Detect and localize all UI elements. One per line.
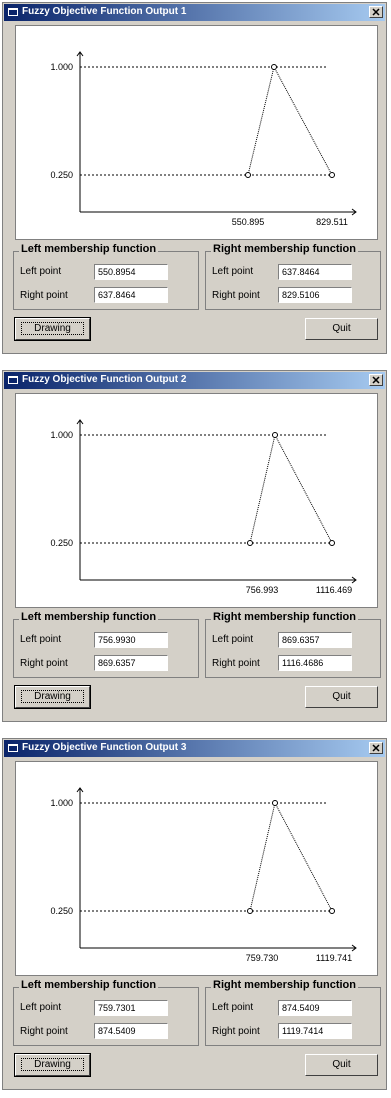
point-peak <box>271 64 277 70</box>
app-window-icon <box>8 744 18 752</box>
window-title: Fuzzy Objective Function Output 1 <box>22 6 187 17</box>
right-point-label: Right point <box>20 290 68 301</box>
right-membership-group: Right membership function Left point 637… <box>205 243 381 310</box>
left-point-field[interactable]: 874.5409 <box>278 1000 352 1016</box>
y-label-high: 1.000 <box>50 430 73 440</box>
right-point-field[interactable]: 869.6357 <box>94 655 168 671</box>
right-membership-line <box>273 66 333 176</box>
left-membership-line <box>247 66 275 176</box>
left-point-field[interactable]: 637.8464 <box>278 264 352 280</box>
point-left <box>247 908 253 914</box>
right-point-field[interactable]: 874.5409 <box>94 1023 168 1039</box>
x-label-left: 550.895 <box>232 217 265 227</box>
plot-svg: 1.000 0.250 550.895 829.511 <box>50 51 357 227</box>
drawing-button-label: Drawing <box>21 1058 84 1071</box>
left-point-field[interactable]: 869.6357 <box>278 632 352 648</box>
membership-plot: 1.000 0.250 756.993 1116.469 <box>15 393 378 608</box>
close-icon <box>372 376 380 384</box>
y-label-high: 1.000 <box>50 62 73 72</box>
close-button[interactable] <box>369 742 383 754</box>
window-fuzzy-output-1: Fuzzy Objective Function Output 1 1.000 … <box>2 2 387 354</box>
left-point-label: Left point <box>212 634 254 645</box>
group-title: Right membership function <box>211 243 358 255</box>
drawing-button-label: Drawing <box>21 322 84 335</box>
right-point-label: Right point <box>212 658 260 669</box>
right-point-label: Right point <box>212 290 260 301</box>
title-bar[interactable]: Fuzzy Objective Function Output 1 <box>4 4 385 21</box>
membership-plot: 1.000 0.250 759.730 1119.741 <box>15 761 378 976</box>
point-right <box>329 908 335 914</box>
membership-plot: 1.000 0.250 550.895 829.511 <box>15 25 378 240</box>
point-left <box>245 172 251 178</box>
app-window-icon <box>8 8 18 16</box>
group-title: Left membership function <box>19 611 159 623</box>
right-membership-group: Right membership function Left point 869… <box>205 611 381 678</box>
x-label-right: 1116.469 <box>316 585 352 595</box>
y-label-low: 0.250 <box>50 170 73 180</box>
window-title: Fuzzy Objective Function Output 2 <box>22 374 187 385</box>
right-point-field[interactable]: 829.5106 <box>278 287 352 303</box>
point-left <box>247 540 253 546</box>
left-membership-group: Left membership function Left point 550.… <box>13 243 199 310</box>
point-right <box>329 540 335 546</box>
left-point-field[interactable]: 550.8954 <box>94 264 168 280</box>
right-point-label: Right point <box>20 1026 68 1037</box>
quit-button[interactable]: Quit <box>305 318 378 340</box>
x-label-right: 1119.741 <box>316 953 352 963</box>
left-membership-line <box>249 802 276 912</box>
title-bar[interactable]: Fuzzy Objective Function Output 3 <box>4 740 385 757</box>
x-label-left: 759.730 <box>246 953 279 963</box>
window-fuzzy-output-3: Fuzzy Objective Function Output 3 1.000 … <box>2 738 387 1090</box>
y-label-low: 0.250 <box>50 538 73 548</box>
app-window-icon <box>8 376 18 384</box>
left-membership-group: Left membership function Left point 759.… <box>13 979 199 1046</box>
left-point-label: Left point <box>212 266 254 277</box>
x-label-right: 829.511 <box>316 217 348 227</box>
close-icon <box>372 8 380 16</box>
left-point-field[interactable]: 756.9930 <box>94 632 168 648</box>
point-peak <box>272 432 278 438</box>
drawing-button[interactable]: Drawing <box>14 1053 91 1077</box>
right-membership-group: Right membership function Left point 874… <box>205 979 381 1046</box>
quit-button[interactable]: Quit <box>305 686 378 708</box>
right-membership-line <box>274 802 333 912</box>
left-point-field[interactable]: 759.7301 <box>94 1000 168 1016</box>
window-fuzzy-output-2: Fuzzy Objective Function Output 2 1.000 … <box>2 370 387 722</box>
right-point-field[interactable]: 1116.4686 <box>278 655 352 671</box>
group-title: Right membership function <box>211 611 358 623</box>
close-icon <box>372 744 380 752</box>
plot-svg: 1.000 0.250 756.993 1116.469 <box>50 419 357 595</box>
drawing-button[interactable]: Drawing <box>14 317 91 341</box>
right-membership-line <box>274 434 333 544</box>
y-label-high: 1.000 <box>50 798 73 808</box>
window-title: Fuzzy Objective Function Output 3 <box>22 742 187 753</box>
drawing-button-label: Drawing <box>21 690 84 703</box>
title-bar[interactable]: Fuzzy Objective Function Output 2 <box>4 372 385 389</box>
left-membership-line <box>249 434 276 544</box>
left-membership-group: Left membership function Left point 756.… <box>13 611 199 678</box>
point-peak <box>272 800 278 806</box>
right-point-label: Right point <box>20 658 68 669</box>
group-title: Left membership function <box>19 979 159 991</box>
left-point-label: Left point <box>20 634 62 645</box>
x-label-left: 756.993 <box>246 585 279 595</box>
plot-svg: 1.000 0.250 759.730 1119.741 <box>50 787 357 963</box>
group-title: Right membership function <box>211 979 358 991</box>
y-label-low: 0.250 <box>50 906 73 916</box>
group-title: Left membership function <box>19 243 159 255</box>
left-point-label: Left point <box>20 1002 62 1013</box>
point-right <box>329 172 335 178</box>
drawing-button[interactable]: Drawing <box>14 685 91 709</box>
left-point-label: Left point <box>20 266 62 277</box>
left-point-label: Left point <box>212 1002 254 1013</box>
right-point-field[interactable]: 1119.7414 <box>278 1023 352 1039</box>
close-button[interactable] <box>369 374 383 386</box>
close-button[interactable] <box>369 6 383 18</box>
right-point-label: Right point <box>212 1026 260 1037</box>
right-point-field[interactable]: 637.8464 <box>94 287 168 303</box>
quit-button[interactable]: Quit <box>305 1054 378 1076</box>
